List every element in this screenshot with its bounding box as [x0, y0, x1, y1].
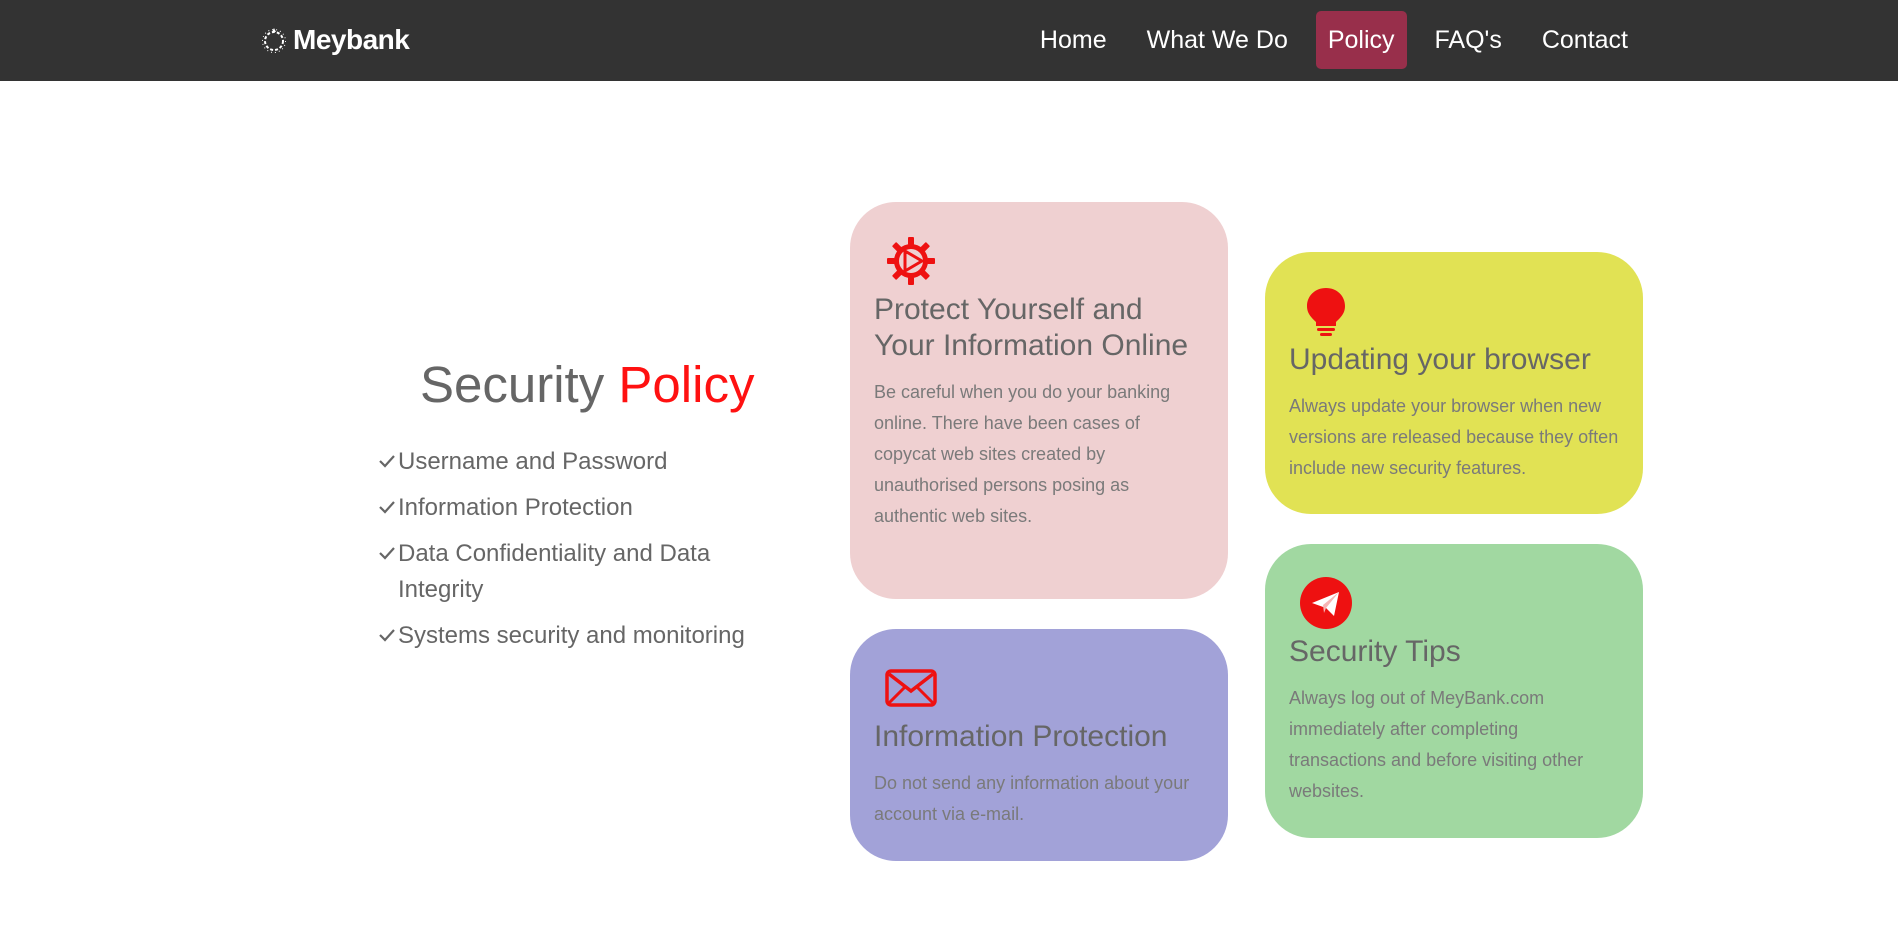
nav-faqs[interactable]: FAQ's	[1423, 11, 1514, 69]
nav-contact[interactable]: Contact	[1530, 11, 1640, 69]
section-title-accent: Policy	[618, 356, 755, 413]
card-information-protection: Information Protection Do not send any i…	[850, 629, 1228, 861]
gear-play-icon	[887, 237, 935, 285]
list-item-label: Username and Password	[398, 448, 668, 475]
card-title: Updating your browser	[1289, 343, 1591, 376]
sunburst-logo-icon	[262, 28, 286, 53]
card-text: Be careful when you do your banking onli…	[874, 382, 1171, 526]
top-navbar: Meybank Home What We Do Policy FAQ's Con…	[0, 0, 1898, 81]
card-title: Security Tips	[1289, 635, 1461, 668]
nav-policy[interactable]: Policy	[1315, 11, 1407, 69]
check-icon	[379, 547, 395, 560]
policy-list: Username and Password Information Protec…	[378, 444, 798, 664]
nav-home[interactable]: Home	[1028, 11, 1119, 69]
paper-plane-icon	[1300, 577, 1352, 629]
list-item-label: Data Confidentiality and Data Integrity	[398, 540, 711, 603]
check-icon	[379, 501, 395, 514]
check-icon	[379, 455, 395, 468]
card-protect-yourself: Protect Yourself and Your Information On…	[850, 202, 1228, 599]
list-item: Information Protection	[378, 490, 798, 526]
brand-name: Meybank	[293, 24, 410, 55]
list-item-label: Information Protection	[398, 494, 633, 521]
brand-link[interactable]: Meybank	[260, 20, 410, 60]
list-item: Data Confidentiality and Data Integrity	[378, 536, 798, 608]
card-text: Do not send any information about your a…	[874, 773, 1190, 824]
nav-what-we-do[interactable]: What We Do	[1135, 11, 1300, 69]
check-icon	[379, 629, 395, 642]
section-title-prefix: Security	[420, 356, 605, 413]
card-security-tips: Security Tips Always log out of MeyBank.…	[1265, 544, 1643, 838]
card-title: Information Protection	[874, 720, 1168, 753]
main-nav: Home What We Do Policy FAQ's Contact	[1012, 11, 1640, 69]
card-title: Protect Yourself and Your Information On…	[874, 293, 1189, 362]
lightbulb-icon	[1307, 288, 1345, 336]
envelope-icon	[885, 669, 937, 707]
card-updating-browser: Updating your browser Always update your…	[1265, 252, 1643, 514]
list-item: Username and Password	[378, 444, 798, 480]
section-title: Security Policy	[420, 355, 754, 414]
list-item: Systems security and monitoring	[378, 618, 798, 654]
card-text: Always update your browser when new vers…	[1289, 396, 1619, 478]
list-item-label: Systems security and monitoring	[398, 622, 745, 649]
card-text: Always log out of MeyBank.com immediatel…	[1289, 688, 1584, 801]
